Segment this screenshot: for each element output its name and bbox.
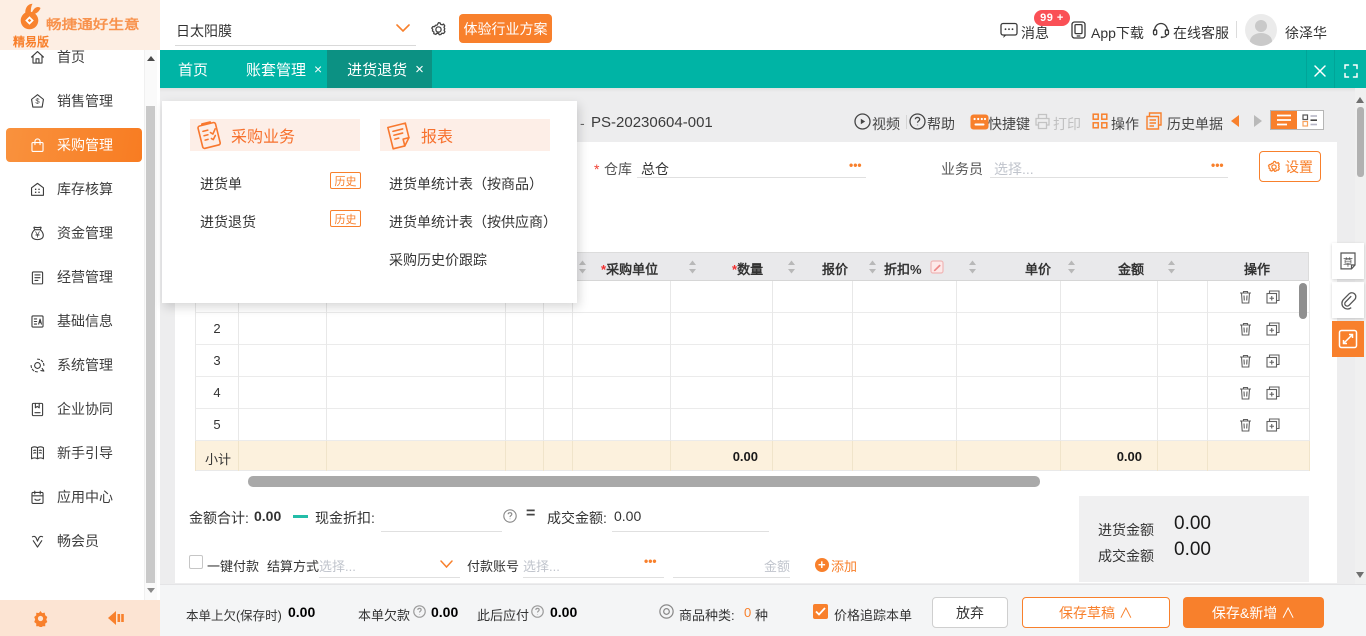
svg-text:¥: ¥ bbox=[34, 229, 40, 239]
svg-text:$: $ bbox=[35, 96, 40, 105]
